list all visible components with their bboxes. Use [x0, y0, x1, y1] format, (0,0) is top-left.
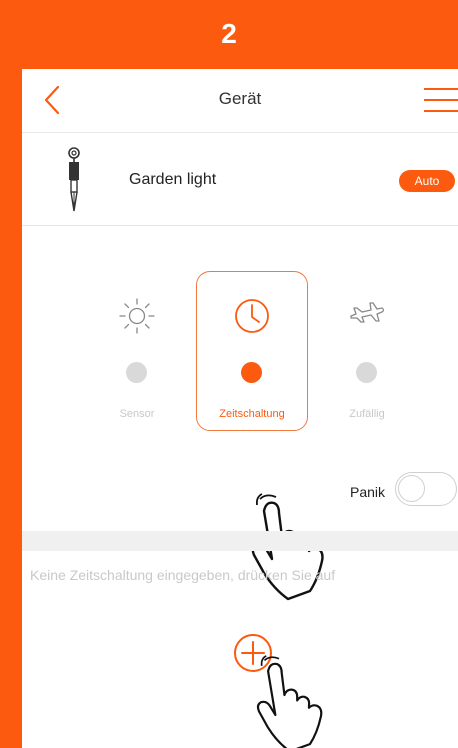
mode-radio-zufaellig: [356, 362, 377, 383]
clock-icon: [235, 299, 269, 333]
page-title: Gerät: [218, 89, 262, 108]
mode-label-zufaellig: Zufällig: [349, 408, 385, 420]
section-divider: [22, 531, 458, 551]
device-name: Garden light: [129, 171, 217, 188]
toggle-knob: [398, 475, 425, 502]
mode-radio-sensor: [126, 362, 147, 383]
schedule-empty-message: Keine Zeitschaltung eingegeben, drücken …: [30, 567, 336, 583]
mode-label-zeitschaltung: Zeitschaltung: [219, 408, 285, 420]
menu-button[interactable]: [422, 85, 458, 115]
garden-light-icon: [68, 147, 80, 212]
mode-label-sensor: Sensor: [119, 408, 155, 420]
app-header: Gerät: [22, 69, 458, 133]
mode-zufaellig[interactable]: Zufällig: [312, 271, 422, 421]
mode-selector: Sensor Zeitschaltung Zufällig Panik: [22, 226, 458, 601]
step-banner: 2: [0, 0, 458, 69]
airplane-icon: [350, 302, 385, 323]
panic-label: Panik: [350, 484, 386, 500]
device-screen: Gerät Garden light Auto Sensor Zeitschal…: [22, 69, 458, 748]
pointing-hand-icon: [256, 655, 323, 748]
mode-zeitschaltung[interactable]: Zeitschaltung: [197, 271, 307, 421]
hamburger-icon: [424, 88, 458, 112]
panic-toggle[interactable]: [395, 472, 457, 506]
mode-radio-zeitschaltung: [241, 362, 262, 383]
mode-sensor[interactable]: Sensor: [82, 271, 192, 421]
step-number: 2: [221, 18, 237, 49]
mode-badge[interactable]: Auto: [399, 170, 455, 192]
step-side-bar: [0, 69, 22, 748]
device-row[interactable]: Garden light Auto: [22, 133, 458, 226]
sun-icon: [119, 298, 155, 334]
